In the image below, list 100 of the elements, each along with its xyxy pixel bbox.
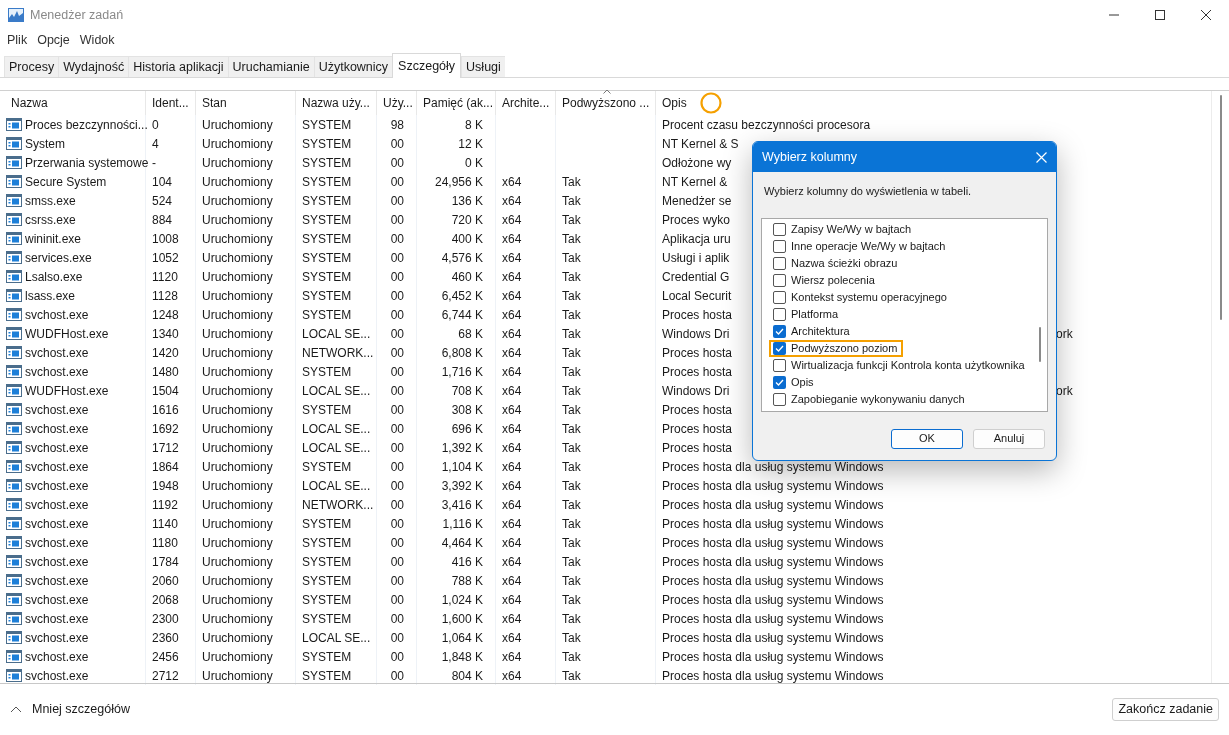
checkbox[interactable] bbox=[773, 358, 786, 372]
menu-item[interactable]: Plik bbox=[2, 30, 33, 50]
column-header[interactable]: Nazwa uży... bbox=[296, 91, 377, 115]
table-cell-text: Proces wyko bbox=[662, 211, 731, 229]
cancel-button[interactable]: Anuluj bbox=[973, 428, 1045, 449]
table-cell-text: Tak bbox=[562, 192, 581, 210]
table-cell-text: 00 bbox=[390, 610, 404, 628]
window-icon bbox=[6, 175, 22, 188]
table-cell-text: Tak bbox=[562, 173, 581, 191]
table-cell-text: 6,744 K bbox=[441, 306, 483, 324]
list-item[interactable]: Kontekst systemu operacyjnego bbox=[769, 288, 953, 306]
table-cell-text: svchost.exe bbox=[25, 458, 89, 476]
end-task-button[interactable]: Zakończ zadanie bbox=[1112, 698, 1219, 721]
table-cell-text: svchost.exe bbox=[25, 496, 89, 514]
table-cell-text: 788 K bbox=[451, 572, 483, 590]
column-header[interactable]: Uży... bbox=[377, 91, 417, 115]
table-cell-text: 524 bbox=[152, 192, 173, 210]
table-cell-text: SYSTEM bbox=[302, 249, 352, 267]
table-cell-text: Local Securit bbox=[662, 287, 732, 305]
table-cell-text: svchost.exe bbox=[25, 553, 89, 571]
checkbox[interactable] bbox=[773, 239, 786, 253]
table-cell-text: Proces hosta dla usług systemu Windows bbox=[662, 515, 884, 533]
checkbox[interactable] bbox=[773, 307, 786, 321]
table-cell-text: Uruchomiony bbox=[202, 344, 273, 362]
table-cell-text: LOCAL SE... bbox=[302, 477, 371, 495]
table-cell-text: 00 bbox=[390, 325, 404, 343]
table-cell-text: 804 K bbox=[451, 667, 483, 685]
table-cell-text: Tak bbox=[562, 629, 581, 647]
column-header[interactable]: Pamięć (ak... bbox=[417, 91, 496, 115]
column-header[interactable]: Stan bbox=[196, 91, 296, 115]
table-cell-text: Uruchomiony bbox=[202, 534, 273, 552]
tab[interactable]: Szczegóły bbox=[392, 53, 462, 78]
list-item[interactable]: Zapisy We/Wy w bajtach bbox=[769, 220, 918, 238]
tab[interactable]: Wydajność bbox=[58, 56, 129, 77]
table-cell-text: Tak bbox=[562, 610, 581, 628]
list-item[interactable]: Zapobieganie wykonywaniu danych bbox=[769, 390, 971, 408]
table-cell-text: 0 K bbox=[465, 154, 483, 172]
list-item[interactable]: Nazwa ścieżki obrazu bbox=[769, 254, 904, 272]
highlight-circle-icon bbox=[700, 92, 722, 114]
table-cell-text: 00 bbox=[390, 534, 404, 552]
table-cell-text: 1,716 K bbox=[441, 363, 483, 381]
list-item[interactable]: Wiersz polecenia bbox=[769, 271, 881, 289]
checkbox[interactable] bbox=[773, 256, 786, 270]
table-cell-text: SYSTEM bbox=[302, 667, 352, 685]
tab[interactable]: Użytkownicy bbox=[313, 56, 393, 77]
tab[interactable]: Historia aplikacji bbox=[128, 56, 228, 77]
table-cell-text: Tak bbox=[562, 553, 581, 571]
table-cell-text: Proces hosta bbox=[662, 344, 733, 362]
window-icon bbox=[6, 650, 22, 663]
table-cell-text: x64 bbox=[502, 382, 522, 400]
column-header[interactable]: Podwyższono ... bbox=[556, 91, 656, 115]
window-title: Menedżer zadań bbox=[30, 6, 124, 24]
table-cell-text: x64 bbox=[502, 610, 522, 628]
table-cell-text: ork bbox=[1056, 382, 1073, 400]
column-header[interactable]: Opis bbox=[656, 91, 1211, 115]
table-cell-text: 136 K bbox=[451, 192, 483, 210]
window-icon bbox=[6, 308, 22, 321]
table-cell-text: Uruchomiony bbox=[202, 610, 273, 628]
table-cell-text: Proces bezczynności... bbox=[25, 116, 148, 134]
checkbox[interactable] bbox=[773, 375, 786, 389]
checkbox[interactable] bbox=[773, 222, 786, 236]
table-cell-text: 1692 bbox=[152, 420, 179, 438]
tab[interactable]: Uruchamianie bbox=[227, 56, 314, 77]
table-cell-text: Proces hosta dla usług systemu Windows bbox=[662, 496, 884, 514]
list-item[interactable]: Wirtualizacja funkcji Kontrola konta użytkownika bbox=[769, 356, 1031, 374]
table-cell-text: 00 bbox=[390, 211, 404, 229]
table-cell-text: SYSTEM bbox=[302, 173, 352, 191]
list-item[interactable]: Opis bbox=[769, 373, 820, 391]
column-header[interactable]: Archite... bbox=[496, 91, 556, 115]
list-item[interactable]: Platforma bbox=[769, 305, 845, 323]
checkbox[interactable] bbox=[773, 273, 786, 287]
checkbox[interactable] bbox=[773, 392, 786, 406]
close-icon bbox=[1035, 151, 1047, 163]
table-cell-text: 2300 bbox=[152, 610, 179, 628]
list-item[interactable]: Podwyższono poziom bbox=[769, 339, 904, 357]
window-icon bbox=[6, 194, 22, 207]
fewer-details-button[interactable]: Mniej szczegółów bbox=[10, 700, 130, 719]
column-header[interactable]: Nazwa bbox=[5, 91, 146, 115]
list-item[interactable]: Architektura bbox=[769, 322, 856, 340]
table-cell-text: 00 bbox=[390, 230, 404, 248]
tab[interactable]: Procesy bbox=[4, 56, 59, 77]
menu-item[interactable]: Widok bbox=[74, 30, 120, 50]
menu-item[interactable]: Opcje bbox=[32, 30, 75, 50]
table-cell-text: Proces hosta dla usług systemu Windows bbox=[662, 610, 884, 628]
checkbox[interactable] bbox=[773, 341, 786, 355]
list-item[interactable]: Inne operacje We/Wy w bajtach bbox=[769, 237, 952, 255]
checkbox[interactable] bbox=[773, 290, 786, 304]
table-cell-text: x64 bbox=[502, 230, 522, 248]
table-cell-text: 1864 bbox=[152, 458, 179, 476]
table-cell-text: System bbox=[25, 135, 65, 153]
table-cell-text: Aplikacja uru bbox=[662, 230, 731, 248]
window-icon bbox=[6, 346, 22, 359]
tab[interactable]: Usługi bbox=[461, 56, 505, 77]
column-header[interactable]: Ident... bbox=[146, 91, 196, 115]
table-cell-text: 3,416 K bbox=[441, 496, 483, 514]
ok-button[interactable]: OK bbox=[891, 428, 963, 449]
window-icon bbox=[6, 270, 22, 283]
table-cell-text: Uruchomiony bbox=[202, 363, 273, 381]
table-cell-text: x64 bbox=[502, 306, 522, 324]
checkbox[interactable] bbox=[773, 324, 786, 338]
